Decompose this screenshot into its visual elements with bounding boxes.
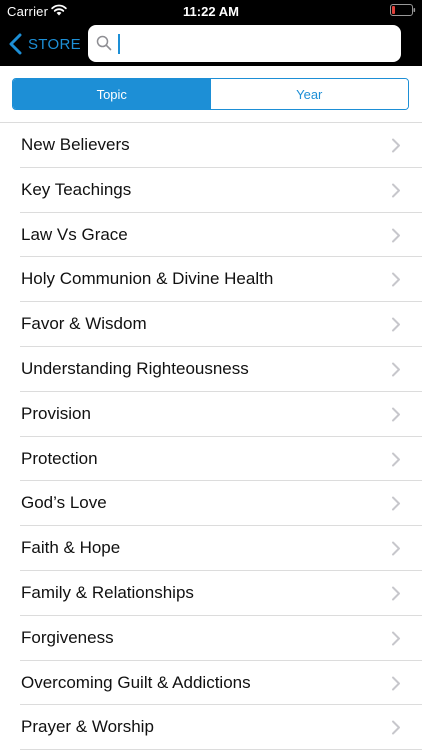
topic-row-faith-hope[interactable]: Faith & Hope [0, 526, 422, 571]
topic-row-law-vs-grace[interactable]: Law Vs Grace [0, 213, 422, 258]
topic-label: Provision [21, 403, 91, 423]
chevron-right-icon [392, 317, 400, 332]
topic-label: Understanding Righteousness [21, 358, 249, 378]
status-time: 11:22 AM [183, 4, 239, 19]
segmented-control: Topic Year [12, 78, 409, 110]
topic-label: Holy Communion & Divine Health [21, 269, 274, 289]
topic-list: New Believers Key Teachings Law Vs Grace… [0, 123, 422, 750]
topic-label: Favor & Wisdom [21, 314, 147, 334]
topic-row-key-teachings[interactable]: Key Teachings [0, 168, 422, 213]
text-cursor [118, 34, 120, 54]
topic-row-holy-communion[interactable]: Holy Communion & Divine Health [0, 257, 422, 302]
top-bar: Carrier 11:22 AM STORE [0, 0, 422, 66]
topic-row-favor-wisdom[interactable]: Favor & Wisdom [0, 302, 422, 347]
topic-row-gods-love[interactable]: God’s Love [0, 481, 422, 526]
chevron-right-icon [392, 720, 400, 735]
chevron-right-icon [392, 586, 400, 601]
battery-low-icon [390, 4, 416, 16]
topic-label: Law Vs Grace [21, 224, 128, 244]
search-bar[interactable] [88, 25, 401, 62]
topic-row-new-believers[interactable]: New Believers [0, 123, 422, 168]
topic-row-prayer-worship[interactable]: Prayer & Worship [0, 705, 422, 750]
topic-label: Protection [21, 448, 98, 468]
topic-label: Prayer & Worship [21, 717, 154, 737]
chevron-right-icon [392, 362, 400, 377]
chevron-right-icon [392, 138, 400, 153]
topic-label: Key Teachings [21, 179, 132, 199]
chevron-right-icon [392, 183, 400, 198]
topic-label: Family & Relationships [21, 582, 194, 602]
search-icon [96, 35, 112, 51]
chevron-right-icon [392, 676, 400, 691]
segment-topic[interactable]: Topic [13, 79, 211, 109]
chevron-left-icon [9, 33, 22, 55]
chevron-right-icon [392, 407, 400, 422]
search-input[interactable] [118, 31, 388, 55]
status-bar: Carrier 11:22 AM [0, 0, 422, 22]
topic-label: New Believers [21, 135, 130, 154]
topic-row-family-relationships[interactable]: Family & Relationships [0, 571, 422, 616]
topic-row-provision[interactable]: Provision [0, 392, 422, 437]
back-button[interactable]: STORE [8, 30, 81, 58]
topic-label: Forgiveness [21, 627, 114, 647]
topic-row-forgiveness[interactable]: Forgiveness [0, 616, 422, 661]
chevron-right-icon [392, 272, 400, 287]
chevron-right-icon [392, 541, 400, 556]
topic-label: God’s Love [21, 493, 107, 513]
segment-year[interactable]: Year [210, 79, 408, 109]
chevron-right-icon [392, 631, 400, 646]
topic-label: Overcoming Guilt & Addictions [21, 672, 251, 692]
topic-label: Faith & Hope [21, 538, 121, 558]
back-label: STORE [28, 35, 81, 53]
topic-row-protection[interactable]: Protection [0, 437, 422, 482]
navigation-bar: STORE [0, 22, 422, 66]
topic-row-understanding-righteousness[interactable]: Understanding Righteousness [0, 347, 422, 392]
topic-row-overcoming-guilt[interactable]: Overcoming Guilt & Addictions [0, 661, 422, 706]
chevron-right-icon [392, 496, 400, 511]
chevron-right-icon [392, 228, 400, 243]
chevron-right-icon [392, 452, 400, 467]
